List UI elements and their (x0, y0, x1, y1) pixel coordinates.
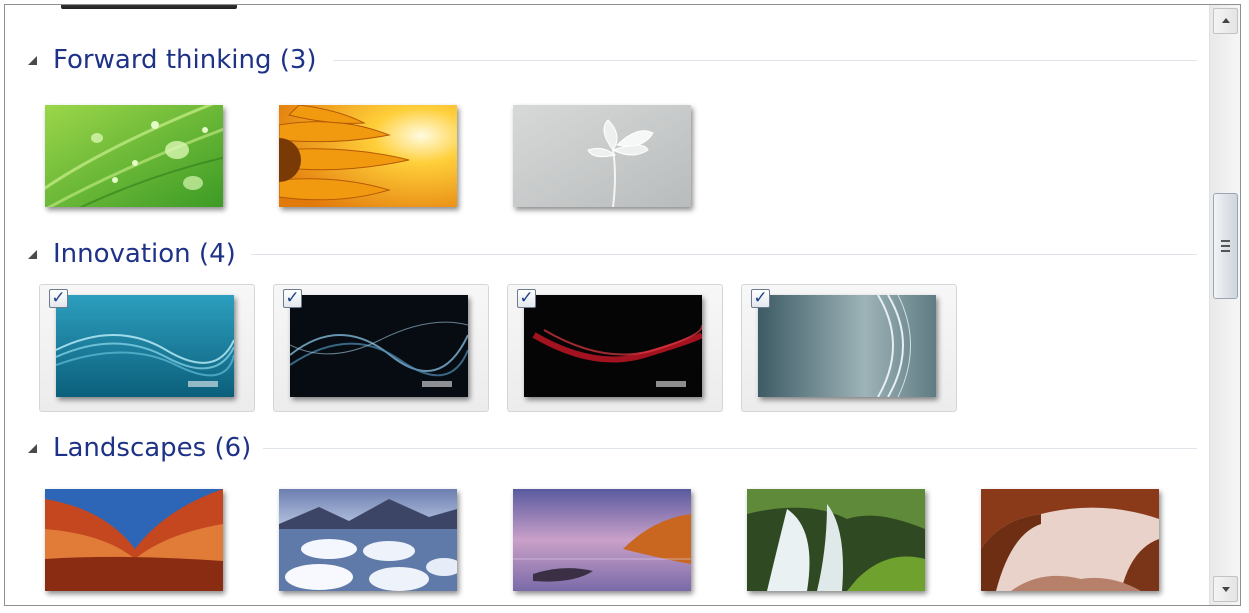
thumbnail-red-streak (524, 295, 702, 397)
theme-tile[interactable] (264, 95, 480, 223)
theme-tile[interactable] (966, 479, 1182, 605)
scroll-up-button[interactable] (1213, 8, 1238, 34)
checkbox-icon[interactable]: ✓ (283, 289, 302, 308)
thumbnail-grey-swirl (758, 295, 936, 397)
divider (333, 60, 1197, 61)
group-title: Landscapes (6) (53, 433, 252, 463)
group-header-forward-thinking[interactable]: Forward thinking (3) (25, 43, 1197, 77)
collapse-arrow-icon[interactable] (28, 56, 37, 65)
vertical-scrollbar[interactable] (1209, 5, 1240, 605)
theme-tile-selected[interactable]: ✓ (741, 284, 957, 412)
gallery-content: Forward thinking (3) Innovation (4) ✓ ✓ … (5, 5, 1209, 605)
theme-tile[interactable] (498, 95, 714, 223)
theme-gallery: Forward thinking (3) Innovation (4) ✓ ✓ … (4, 4, 1241, 606)
scroll-down-arrow-icon (1222, 587, 1230, 592)
theme-tile-selected[interactable]: ✓ (273, 284, 489, 412)
thumbnail-ice-lake (279, 489, 457, 591)
group-header-innovation[interactable]: Innovation (4) (25, 237, 1197, 271)
theme-tile-selected[interactable]: ✓ (507, 284, 723, 412)
theme-tile-selected[interactable]: ✓ (39, 284, 255, 412)
logo (422, 381, 452, 387)
thumbnail-blue-streaks (290, 295, 468, 397)
checkbox-icon[interactable]: ✓ (517, 289, 536, 308)
theme-tile[interactable] (732, 479, 948, 605)
thumbnail-coast-sunset (513, 489, 691, 591)
grip-line (1221, 245, 1230, 247)
divider (263, 448, 1197, 449)
theme-tile[interactable] (30, 95, 246, 223)
grip-line (1221, 240, 1230, 242)
thumbnail-glass-flower (513, 105, 691, 207)
theme-tile[interactable] (264, 479, 480, 605)
scroll-down-button[interactable] (1213, 576, 1238, 602)
group-title: Forward thinking (3) (53, 45, 317, 75)
theme-tile[interactable] (498, 479, 714, 605)
thumbnail-teal-waves (56, 295, 234, 397)
thumbnail-sunflower (279, 105, 457, 207)
grip-line (1221, 250, 1230, 252)
thumbnail-red-rock-canyon (45, 489, 223, 591)
thumbnail-rock-arch (981, 489, 1159, 591)
checkbox-icon[interactable]: ✓ (751, 289, 770, 308)
logo (656, 381, 686, 387)
checkbox-icon[interactable]: ✓ (49, 289, 68, 308)
collapse-arrow-icon[interactable] (28, 444, 37, 453)
theme-tile[interactable] (30, 479, 246, 605)
partial-thumbnail[interactable] (61, 5, 237, 9)
thumbnail-green-leaf (45, 105, 223, 207)
scroll-up-arrow-icon (1222, 18, 1230, 23)
thumbnail-waterfall (747, 489, 925, 591)
collapse-arrow-icon[interactable] (28, 250, 37, 259)
group-title: Innovation (4) (53, 239, 236, 269)
divider (251, 254, 1197, 255)
scrollbar-thumb[interactable] (1213, 193, 1238, 299)
group-header-landscapes[interactable]: Landscapes (6) (25, 431, 1197, 465)
logo (188, 381, 218, 387)
